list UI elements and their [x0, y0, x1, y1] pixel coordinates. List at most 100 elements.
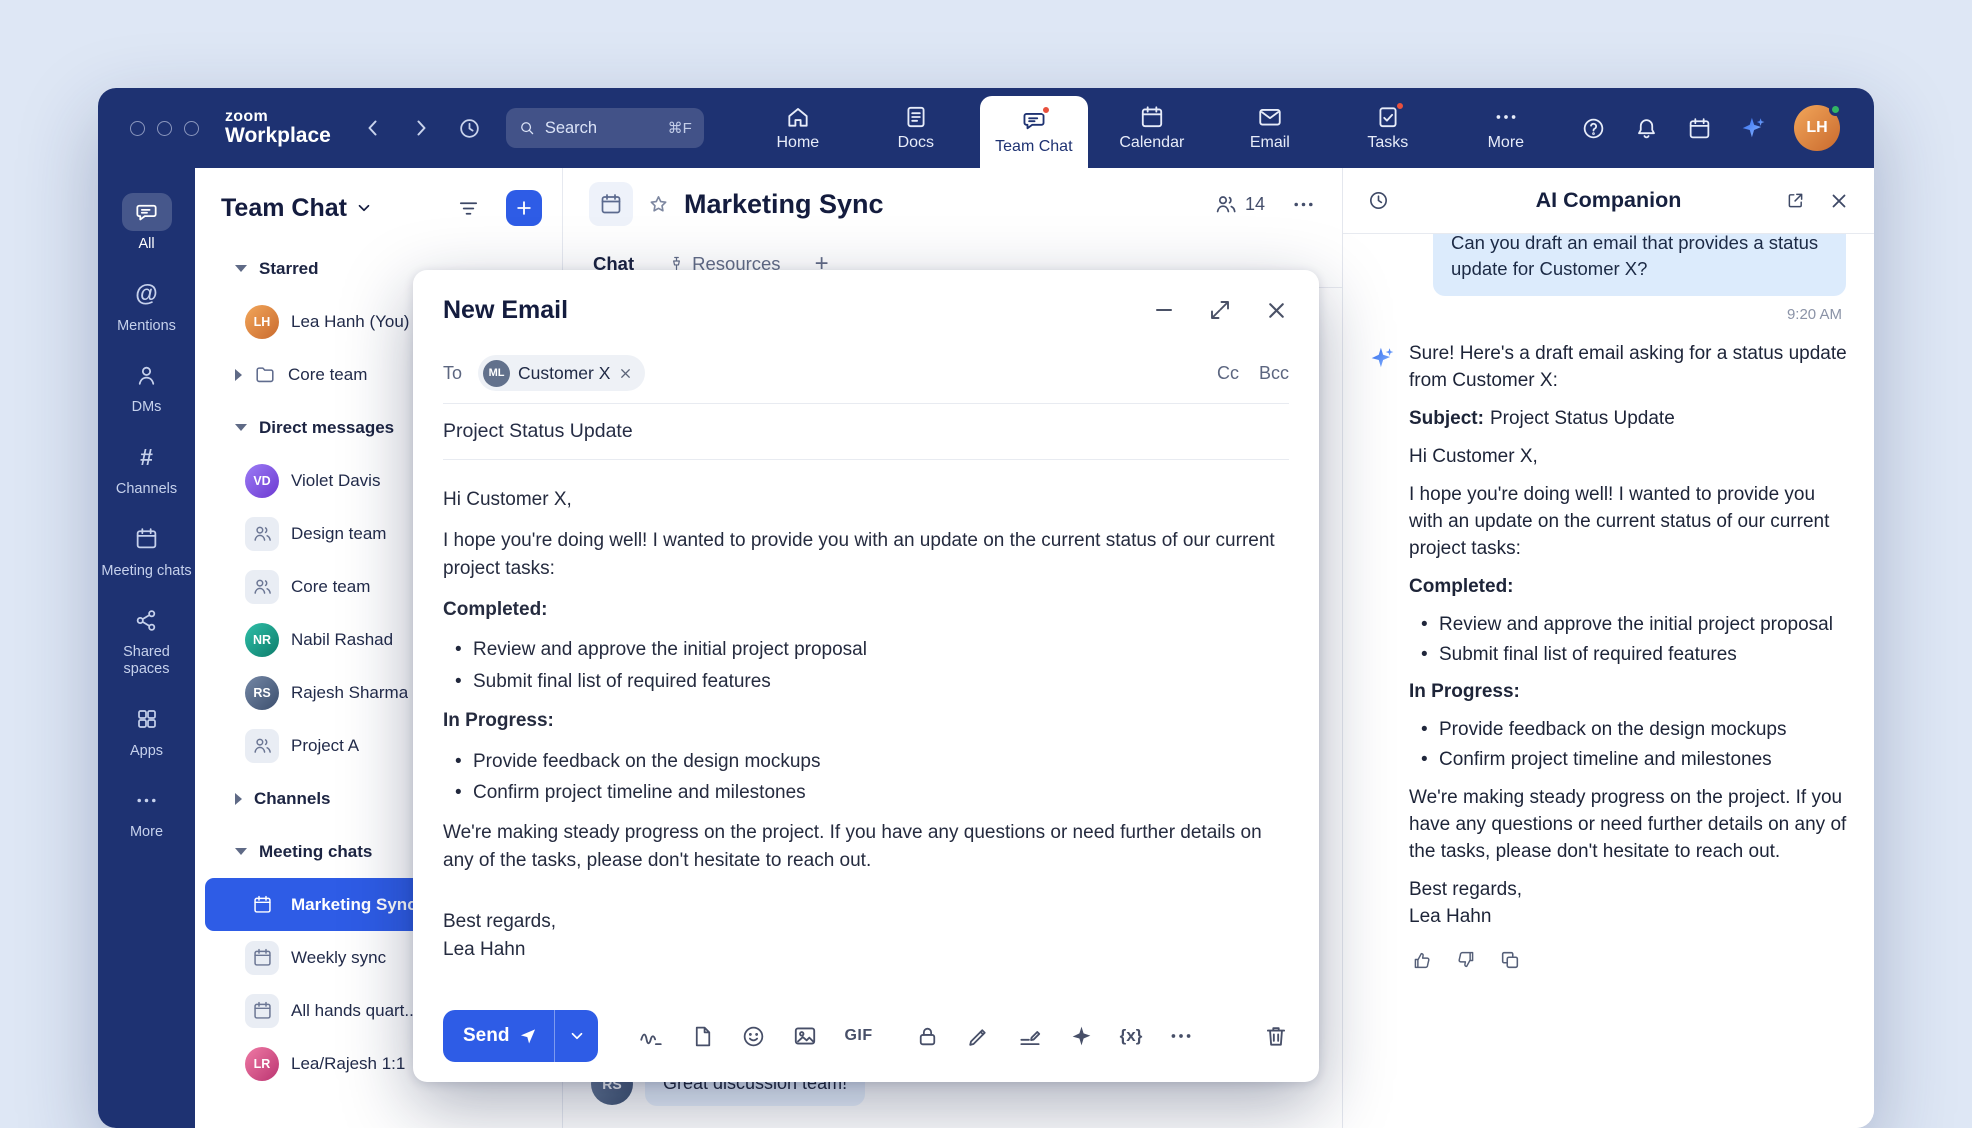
profile-avatar[interactable]: LH [1794, 105, 1840, 151]
lock-icon[interactable] [915, 1024, 940, 1049]
nav-tasks[interactable]: Tasks [1334, 88, 1442, 168]
people-icon [252, 735, 273, 756]
to-field[interactable]: To ML Customer X Cc Bcc [443, 343, 1289, 404]
nav-docs[interactable]: Docs [862, 88, 970, 168]
variables-icon[interactable]: {x} [1120, 1026, 1143, 1046]
rail-item-shared-spaces[interactable]: Shared spaces [98, 590, 195, 688]
ai-companion-icon[interactable] [1740, 115, 1766, 141]
expand-icon[interactable] [1208, 298, 1232, 323]
left-rail: All @ Mentions DMs # Channels Meeting ch… [98, 168, 195, 1128]
bcc-button[interactable]: Bcc [1259, 363, 1289, 384]
close-window-button[interactable] [130, 121, 145, 136]
rail-item-channels[interactable]: # Channels [98, 427, 195, 509]
gif-icon[interactable]: GIF [844, 1027, 872, 1045]
team-avatar [245, 517, 279, 551]
cc-button[interactable]: Cc [1217, 363, 1239, 384]
ai-conversation[interactable]: Can you draft an email that provides a s… [1343, 234, 1874, 1128]
more-icon[interactable] [1168, 1023, 1194, 1049]
trash-icon[interactable] [1263, 1023, 1289, 1049]
chevron-down-icon [568, 1027, 586, 1045]
list-item: Submit final list of required features [1421, 642, 1848, 669]
caret-down-icon [235, 424, 247, 431]
minimize-icon[interactable] [1152, 298, 1176, 323]
more-options-icon[interactable] [1291, 192, 1316, 217]
home-icon [785, 104, 811, 130]
thumbs-down-icon[interactable] [1455, 949, 1477, 971]
minimize-window-button[interactable] [157, 121, 172, 136]
subject-field[interactable]: Project Status Update [443, 404, 1289, 460]
rail-item-more[interactable]: More [98, 770, 195, 852]
topbar-right: LH [1581, 105, 1840, 151]
ai-completed-list: Review and approve the initial project p… [1409, 612, 1848, 669]
forward-icon[interactable] [409, 116, 433, 140]
team-chat-icon [1021, 108, 1047, 134]
modal-title: New Email [443, 296, 568, 325]
meeting-chat-icon [245, 888, 279, 922]
remove-recipient-icon[interactable] [618, 366, 633, 381]
copy-icon[interactable] [1499, 949, 1521, 971]
filter-icon[interactable] [457, 197, 480, 220]
apps-grid-icon [122, 700, 172, 738]
search-shortcut: ⌘F [668, 119, 692, 137]
back-icon[interactable] [361, 116, 385, 140]
rail-item-mentions[interactable]: @ Mentions [98, 264, 195, 346]
rail-item-meeting-chats[interactable]: Meeting chats [98, 509, 195, 591]
signature-block-icon[interactable] [1017, 1023, 1043, 1049]
rail-item-dms[interactable]: DMs [98, 345, 195, 427]
help-icon[interactable] [1581, 116, 1606, 141]
notification-dot [1395, 101, 1405, 111]
plus-icon [514, 198, 534, 218]
edit-pencil-icon[interactable] [966, 1024, 991, 1049]
more-icon [1493, 104, 1519, 130]
ai-history-icon[interactable] [1367, 189, 1390, 212]
new-chat-button[interactable] [506, 190, 542, 226]
calendar-mini-icon[interactable] [1687, 116, 1712, 141]
avatar: NR [245, 623, 279, 657]
open-external-icon[interactable] [1785, 190, 1806, 212]
members-count[interactable]: 14 [1214, 192, 1265, 216]
nav-calendar[interactable]: Calendar [1098, 88, 1206, 168]
hash-icon: # [122, 438, 172, 476]
nav-team-chat[interactable]: Team Chat [980, 96, 1088, 168]
star-icon[interactable] [647, 193, 670, 216]
list-item: Submit final list of required features [455, 668, 1289, 697]
send-button[interactable]: Send [443, 1010, 554, 1062]
topbar: zoom Workplace Search ⌘F Home Docs Team … [98, 88, 1874, 168]
template-file-icon[interactable] [690, 1024, 715, 1049]
rail-item-apps[interactable]: Apps [98, 689, 195, 771]
list-item: Provide feedback on the design mockups [1421, 717, 1848, 744]
list-item: Provide feedback on the design mockups [455, 748, 1289, 777]
search-input[interactable]: Search ⌘F [506, 108, 704, 148]
ai-compose-sparkle-icon[interactable] [1069, 1024, 1094, 1049]
sidebar-title-dropdown[interactable]: Team Chat [221, 194, 373, 223]
thumbs-up-icon[interactable] [1411, 949, 1433, 971]
chevron-down-icon [355, 199, 373, 217]
emoji-icon[interactable] [741, 1024, 766, 1049]
more-icon [122, 781, 172, 819]
rail-item-all[interactable]: All [98, 182, 195, 264]
avatar: LH [245, 305, 279, 339]
send-options-button[interactable] [554, 1010, 598, 1062]
notification-dot [1041, 105, 1051, 115]
nav-email[interactable]: Email [1216, 88, 1324, 168]
completed-list: Review and approve the initial project p… [443, 636, 1289, 696]
docs-icon [903, 104, 929, 130]
nav-home[interactable]: Home [744, 88, 852, 168]
history-icon[interactable] [457, 116, 482, 141]
app-window: zoom Workplace Search ⌘F Home Docs Team … [98, 88, 1874, 1128]
signature-icon[interactable] [638, 1023, 664, 1049]
insert-image-icon[interactable] [792, 1023, 818, 1049]
close-icon[interactable] [1264, 298, 1289, 323]
ai-companion-panel: AI Companion Can you draft an email that… [1342, 168, 1874, 1128]
email-body-editor[interactable]: Hi Customer X, I hope you're doing well!… [443, 460, 1289, 968]
calendar-icon [1139, 104, 1165, 130]
ai-feedback-actions [1411, 949, 1848, 971]
nav-more[interactable]: More [1452, 88, 1560, 168]
recipient-chip[interactable]: ML Customer X [478, 355, 645, 391]
list-item: Review and approve the initial project p… [455, 636, 1289, 665]
zoom-window-button[interactable] [184, 121, 199, 136]
primary-nav: Home Docs Team Chat Calendar Email Tasks [744, 88, 1560, 168]
notifications-bell-icon[interactable] [1634, 116, 1659, 141]
close-icon[interactable] [1828, 190, 1850, 212]
list-item: Review and approve the initial project p… [1421, 612, 1848, 639]
